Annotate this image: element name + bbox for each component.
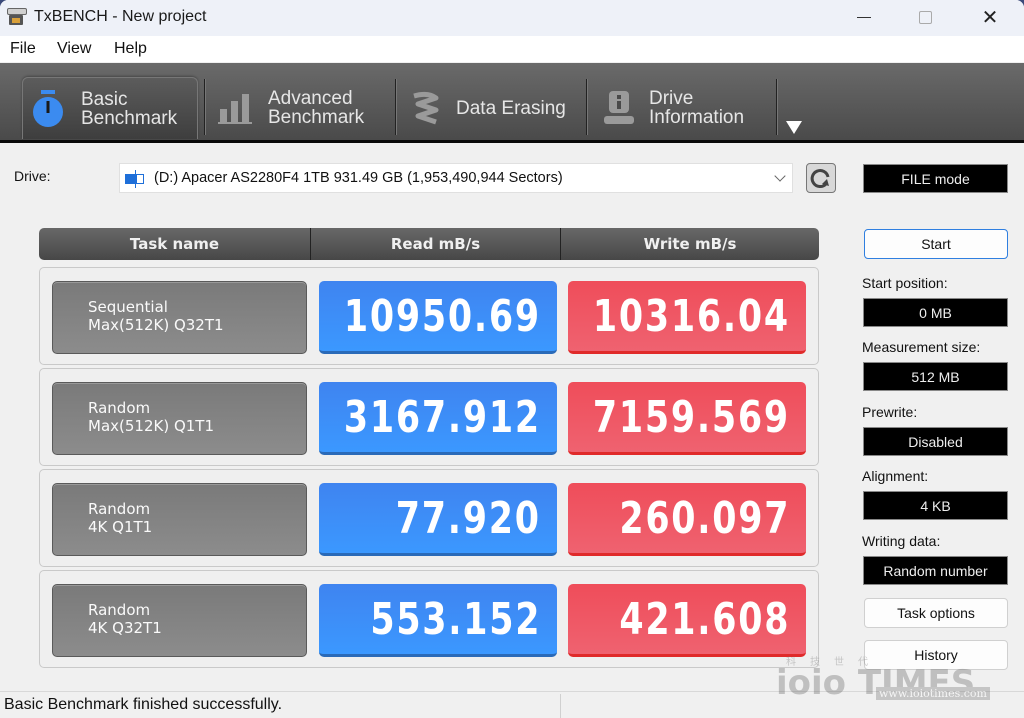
- read-value: 3167.912: [344, 391, 541, 443]
- refresh-icon: [810, 169, 830, 189]
- task-button[interactable]: Random 4K Q32T1: [52, 584, 307, 657]
- menu-help[interactable]: Help: [114, 40, 147, 58]
- maximize-icon: [918, 10, 932, 24]
- drive-icon: [124, 168, 148, 188]
- tab-advanced-benchmark[interactable]: Advanced Benchmark: [218, 77, 388, 139]
- read-result: 553.152: [319, 584, 557, 657]
- measurement-size-label: Measurement size:: [862, 339, 981, 355]
- maximize-button[interactable]: [897, 0, 953, 34]
- drive-select[interactable]: (D:) Apacer AS2280F4 1TB 931.49 GB (1,95…: [119, 163, 793, 193]
- title-bar: TxBENCH - New project ✕: [0, 0, 1024, 36]
- task-options-button[interactable]: Task options: [864, 598, 1008, 628]
- tab-data-erasing[interactable]: Data Erasing: [410, 77, 580, 139]
- start-position-label: Start position:: [862, 275, 948, 291]
- refresh-drives-button[interactable]: [806, 163, 836, 193]
- tab-separator: [776, 79, 778, 135]
- read-result: 10950.69: [319, 281, 557, 354]
- task-button[interactable]: Sequential Max(512K) Q32T1: [52, 281, 307, 354]
- write-value: 421.608: [619, 593, 790, 645]
- header-write: Write mB/s: [643, 235, 737, 253]
- write-value: 260.097: [619, 492, 790, 544]
- menu-view[interactable]: View: [57, 40, 91, 58]
- write-value: 10316.04: [593, 290, 790, 342]
- status-separator: [560, 694, 561, 718]
- result-row-random-512k-q1t1: Random Max(512K) Q1T1 3167.912 7159.569: [39, 368, 819, 466]
- alignment-label: Alignment:: [862, 468, 929, 484]
- tab-basic-benchmark[interactable]: Basic Benchmark: [22, 77, 198, 139]
- window-title: TxBENCH - New project: [34, 8, 207, 25]
- start-button[interactable]: Start: [864, 229, 1008, 259]
- tab-drive-information[interactable]: Drive Information: [603, 77, 773, 139]
- tab-label: Data Erasing: [456, 97, 566, 119]
- read-result: 77.920: [319, 483, 557, 556]
- stopwatch-icon: [33, 89, 63, 127]
- result-row-sequential-q32t1: Sequential Max(512K) Q32T1 10950.69 1031…: [39, 267, 819, 365]
- read-value: 553.152: [370, 593, 541, 645]
- write-result: 7159.569: [568, 382, 806, 455]
- drive-label: Drive:: [14, 168, 51, 184]
- task-name: Sequential Max(512K) Q32T1: [88, 298, 224, 334]
- write-result: 421.608: [568, 584, 806, 657]
- tab-separator: [204, 79, 206, 135]
- app-window: TxBENCH - New project ✕ File View Help B…: [0, 0, 1024, 718]
- result-row-random-4k-q32t1: Random 4K Q32T1 553.152 421.608: [39, 570, 819, 668]
- tab-label: Drive Information: [649, 88, 745, 128]
- write-result: 260.097: [568, 483, 806, 556]
- read-value: 10950.69: [344, 290, 541, 342]
- minimize-button[interactable]: [836, 0, 892, 34]
- main-toolbar: Basic Benchmark Advanced Benchmark Data …: [0, 63, 1024, 143]
- results-table-header: Task name Read mB/s Write mB/s: [39, 228, 819, 260]
- start-position-value[interactable]: 0 MB: [863, 298, 1008, 327]
- minimize-icon: [857, 16, 871, 18]
- tab-label: Advanced Benchmark: [268, 88, 365, 128]
- prewrite-value[interactable]: Disabled: [863, 427, 1008, 456]
- writing-data-label: Writing data:: [862, 533, 941, 549]
- measurement-size-value[interactable]: 512 MB: [863, 362, 1008, 391]
- bar-chart-icon: [218, 94, 252, 124]
- task-button[interactable]: Random Max(512K) Q1T1: [52, 382, 307, 455]
- history-button[interactable]: History: [864, 640, 1008, 670]
- header-read: Read mB/s: [311, 228, 561, 260]
- status-message: Basic Benchmark finished successfully.: [4, 696, 283, 713]
- menu-file[interactable]: File: [10, 40, 36, 58]
- close-icon: ✕: [981, 5, 999, 29]
- drive-selected-value: (D:) Apacer AS2280F4 1TB 931.49 GB (1,95…: [154, 170, 563, 186]
- write-value: 7159.569: [593, 391, 790, 443]
- task-name: Random 4K Q1T1: [88, 500, 153, 536]
- tab-separator: [586, 79, 588, 135]
- header-task-name: Task name: [39, 228, 311, 260]
- prewrite-label: Prewrite:: [862, 404, 918, 420]
- more-tabs-arrow-icon[interactable]: [786, 121, 802, 134]
- writing-data-value[interactable]: Random number: [863, 556, 1008, 585]
- write-result: 10316.04: [568, 281, 806, 354]
- task-button[interactable]: Random 4K Q1T1: [52, 483, 307, 556]
- mode-indicator: FILE mode: [863, 164, 1008, 193]
- read-value: 77.920: [396, 492, 541, 544]
- eraser-icon: [413, 91, 439, 125]
- read-result: 3167.912: [319, 382, 557, 455]
- app-icon: [7, 8, 27, 26]
- task-name: Random Max(512K) Q1T1: [88, 399, 215, 435]
- close-button[interactable]: ✕: [962, 0, 1018, 34]
- task-name: Random 4K Q32T1: [88, 601, 162, 637]
- chevron-down-icon: [774, 170, 786, 182]
- alignment-value[interactable]: 4 KB: [863, 491, 1008, 520]
- menu-bar: File View Help: [0, 36, 1024, 62]
- status-bar: Basic Benchmark finished successfully.: [0, 691, 1024, 718]
- tab-label: Basic Benchmark: [81, 88, 178, 129]
- tab-separator: [395, 79, 397, 135]
- result-row-random-4k-q1t1: Random 4K Q1T1 77.920 260.097: [39, 469, 819, 567]
- drive-info-icon: [604, 91, 634, 124]
